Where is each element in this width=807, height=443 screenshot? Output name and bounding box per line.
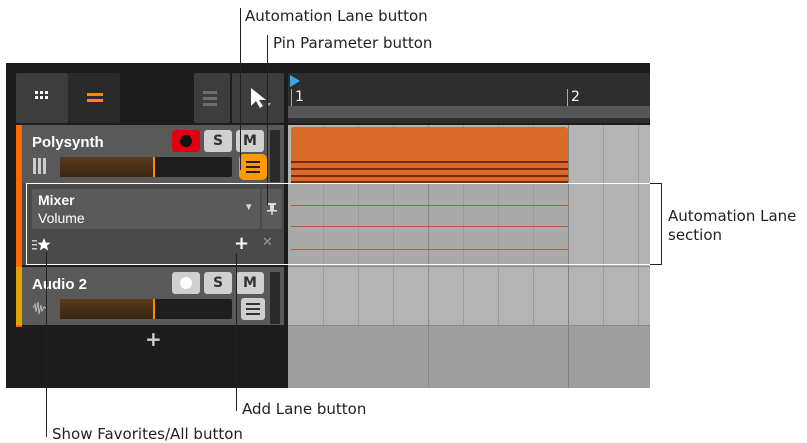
callout-line: [267, 35, 268, 205]
list-view-icon: [87, 93, 103, 102]
volume-handle[interactable]: [153, 157, 155, 177]
annotation-add-lane-button: Add Lane button: [242, 400, 367, 418]
record-icon: [180, 135, 192, 147]
annotation-automation-lane-button: Automation Lane button: [245, 7, 428, 25]
empty-track-area: [288, 325, 650, 388]
mute-button-audio2[interactable]: M: [236, 272, 264, 294]
grid-view-icon: [35, 91, 48, 99]
lines-icon: [203, 91, 217, 106]
track-meter-audio2: [270, 272, 280, 324]
instrument-icon: [33, 158, 46, 174]
ruler-bar-1: 1: [295, 89, 304, 105]
track-header-polysynth[interactable]: Polysynth S M: [22, 125, 284, 183]
record-arm-button-audio2[interactable]: [172, 272, 200, 294]
lane-separator: [288, 325, 650, 326]
solo-button-audio2[interactable]: S: [204, 272, 232, 294]
annotation-show-favorites-button: Show Favorites/All button: [52, 425, 243, 443]
callout-line: [240, 8, 241, 170]
track-meter: [270, 130, 280, 182]
clip-note: [291, 175, 568, 177]
track-header-audio2[interactable]: Audio 2 S M: [22, 267, 284, 325]
automation-lines-icon: [246, 303, 260, 315]
timeline-ruler[interactable]: 1 2: [288, 73, 650, 123]
volume-fader-audio2[interactable]: [60, 299, 232, 319]
solo-button[interactable]: S: [204, 130, 232, 152]
arranger-view-button[interactable]: [68, 73, 120, 123]
grid-view-button[interactable]: [16, 73, 68, 123]
callout-line: [236, 253, 237, 411]
volume-fill: [60, 157, 154, 177]
track-name-audio2[interactable]: Audio 2: [32, 276, 87, 293]
midi-clip[interactable]: [291, 127, 568, 183]
clip-note: [291, 161, 568, 163]
lane-separator: [288, 266, 650, 267]
add-track-button[interactable]: +: [145, 327, 162, 351]
callout-line: [46, 252, 47, 437]
annotation-automation-lane-section-2: section: [668, 226, 723, 244]
clip-note: [291, 168, 568, 170]
annotation-automation-lane-section-1: Automation Lane: [668, 207, 797, 225]
waveform-icon: [33, 301, 47, 315]
track-name-polysynth[interactable]: Polysynth: [32, 134, 104, 151]
annotation-pin-parameter-button: Pin Parameter button: [273, 34, 433, 52]
ruler-loop-strip[interactable]: [288, 106, 650, 118]
automation-lane-button[interactable]: [239, 154, 267, 180]
callout-line: [661, 183, 662, 265]
automation-section-highlight: [26, 183, 662, 265]
snap-button[interactable]: [194, 73, 230, 123]
volume-fill: [60, 299, 154, 319]
ruler-bar-2: 2: [571, 89, 580, 105]
volume-fader[interactable]: [60, 157, 232, 177]
automation-lines-icon: [246, 161, 260, 173]
automation-lane-button-audio2[interactable]: [241, 298, 265, 320]
playhead-icon: [290, 75, 300, 87]
volume-handle[interactable]: [153, 299, 155, 319]
record-icon: [180, 277, 192, 289]
record-arm-button[interactable]: [172, 130, 200, 152]
